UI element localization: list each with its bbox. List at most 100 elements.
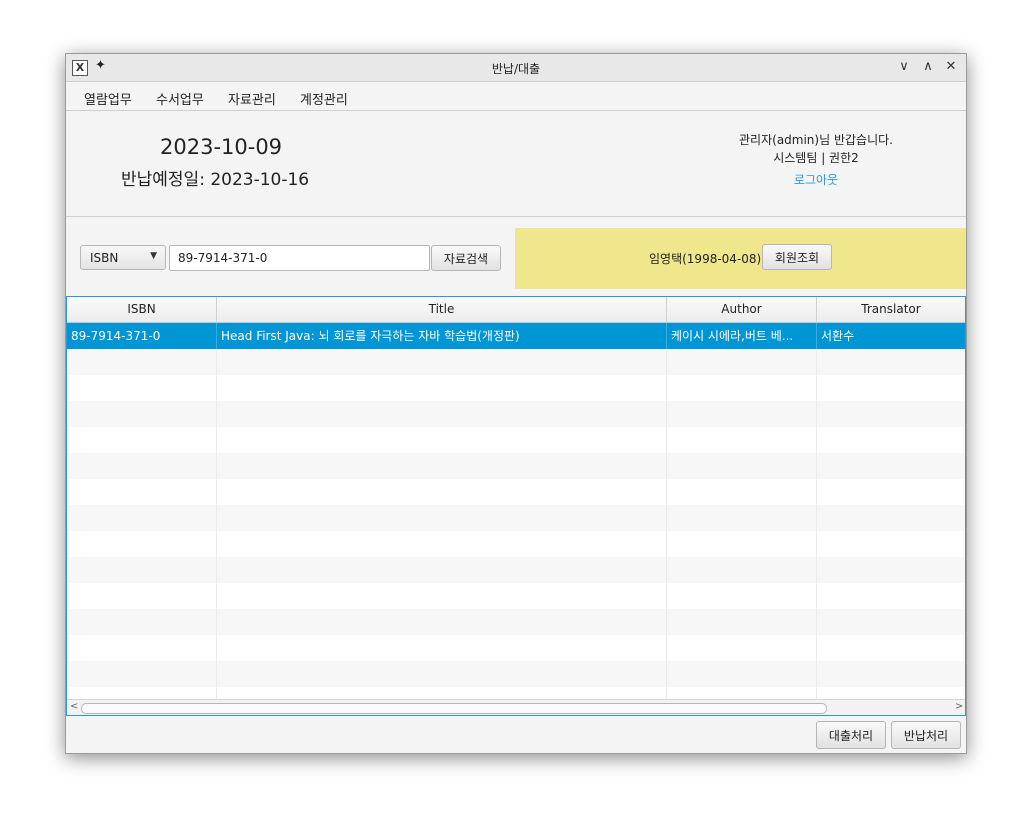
empty-cell	[217, 557, 667, 583]
empty-table-row	[67, 505, 965, 531]
book-table: ISBN Title Author Translator 89-7914-371…	[66, 296, 966, 716]
empty-cell	[667, 349, 817, 375]
search-type-select[interactable]: ISBN ▼	[80, 245, 166, 270]
member-lookup-button[interactable]: 회원조회	[762, 244, 832, 270]
empty-cell	[217, 505, 667, 531]
empty-cell	[817, 531, 965, 557]
horizontal-scrollbar[interactable]: < >	[67, 699, 965, 715]
empty-table-row	[67, 609, 965, 635]
member-panel: 임영택(1998-04-08) 회원조회	[515, 228, 966, 289]
empty-cell	[667, 453, 817, 479]
empty-cell	[217, 453, 667, 479]
empty-table-row	[67, 479, 965, 505]
empty-cell	[217, 609, 667, 635]
empty-cell	[817, 453, 965, 479]
empty-cell	[817, 583, 965, 609]
menu-accounts[interactable]: 계정관리	[300, 89, 348, 108]
empty-cell	[67, 505, 217, 531]
empty-cell	[817, 609, 965, 635]
close-icon[interactable]: ✕	[942, 58, 960, 76]
search-button[interactable]: 자료검색	[431, 245, 501, 271]
empty-cell	[217, 349, 667, 375]
cell-translator: 서환수	[821, 329, 855, 343]
empty-cell	[67, 479, 217, 505]
loan-button[interactable]: 대출처리	[816, 721, 886, 749]
search-input[interactable]	[169, 245, 430, 271]
menu-materials[interactable]: 자료관리	[228, 89, 276, 108]
empty-cell	[67, 583, 217, 609]
maximize-icon[interactable]: ∧	[919, 58, 937, 76]
empty-cell	[817, 557, 965, 583]
menu-acquisition[interactable]: 수서업무	[156, 89, 204, 108]
user-greeting: 관리자(admin)님 반갑습니다.	[739, 133, 893, 147]
empty-table-row	[67, 401, 965, 427]
table-header: ISBN Title Author Translator	[67, 297, 965, 323]
window-title: 반납/대출	[491, 62, 541, 76]
column-author[interactable]: Author	[667, 297, 817, 322]
scrollbar-thumb[interactable]	[81, 703, 827, 714]
empty-cell	[667, 609, 817, 635]
empty-cell	[217, 479, 667, 505]
empty-cell	[217, 531, 667, 557]
empty-cell	[67, 531, 217, 557]
empty-cell	[667, 583, 817, 609]
empty-table-row	[67, 583, 965, 609]
return-button[interactable]: 반납처리	[891, 721, 961, 749]
scroll-left-icon[interactable]: <	[70, 701, 78, 712]
empty-cell	[817, 401, 965, 427]
empty-cell	[817, 635, 965, 661]
logout-link[interactable]: 로그아웃	[666, 171, 966, 188]
empty-cell	[67, 557, 217, 583]
empty-cell	[667, 505, 817, 531]
empty-cell	[67, 661, 217, 687]
empty-cell	[67, 401, 217, 427]
header-area: 2023-10-09 반납예정일: 2023-10-16 관리자(admin)님…	[66, 111, 966, 217]
empty-cell	[67, 609, 217, 635]
empty-cell	[217, 661, 667, 687]
cell-isbn: 89-7914-371-0	[67, 323, 217, 349]
empty-table-row	[67, 661, 965, 687]
table-row[interactable]: 89-7914-371-0 Head First Java: 뇌 회로를 자극하…	[67, 323, 965, 349]
cell-title: Head First Java: 뇌 회로를 자극하는 자바 학습법(개정판)	[217, 323, 667, 349]
column-translator[interactable]: Translator	[817, 297, 965, 322]
menu-bar: 열람업무 수서업무 자료관리 계정관리	[66, 82, 966, 111]
scroll-right-icon[interactable]: >	[955, 701, 963, 712]
empty-cell	[817, 661, 965, 687]
empty-cell	[817, 349, 965, 375]
empty-cell	[667, 557, 817, 583]
cell-author: 케이시 시에라,버트 베...	[667, 323, 817, 349]
empty-cell	[667, 375, 817, 401]
empty-cell	[67, 427, 217, 453]
empty-table-row	[67, 375, 965, 401]
empty-table-row	[67, 635, 965, 661]
chevron-down-icon: ▼	[150, 251, 157, 261]
empty-cell	[817, 479, 965, 505]
current-date: 2023-10-09	[160, 135, 283, 159]
empty-cell	[667, 635, 817, 661]
empty-cell	[67, 453, 217, 479]
empty-cell	[67, 349, 217, 375]
empty-cell	[217, 401, 667, 427]
column-title[interactable]: Title	[217, 297, 667, 322]
title-bar: X ✦ 반납/대출 ∨ ∧ ✕	[66, 54, 966, 82]
empty-cell	[217, 375, 667, 401]
empty-cell	[217, 635, 667, 661]
empty-table-row	[67, 453, 965, 479]
empty-table-row	[67, 349, 965, 375]
empty-cell	[817, 505, 965, 531]
empty-table-row	[67, 557, 965, 583]
member-name: 임영택(1998-04-08)	[649, 252, 762, 266]
empty-cell	[817, 375, 965, 401]
menu-reading[interactable]: 열람업무	[84, 89, 132, 108]
empty-cell	[667, 427, 817, 453]
minimize-icon[interactable]: ∨	[895, 58, 913, 76]
empty-cell	[217, 427, 667, 453]
empty-cell	[667, 531, 817, 557]
user-team: 시스템팀 | 권한2	[773, 151, 859, 165]
empty-cell	[667, 661, 817, 687]
empty-cell	[67, 375, 217, 401]
due-date: 반납예정일: 2023-10-16	[121, 170, 310, 190]
column-isbn[interactable]: ISBN	[67, 297, 217, 322]
empty-cell	[817, 427, 965, 453]
empty-cell	[217, 583, 667, 609]
